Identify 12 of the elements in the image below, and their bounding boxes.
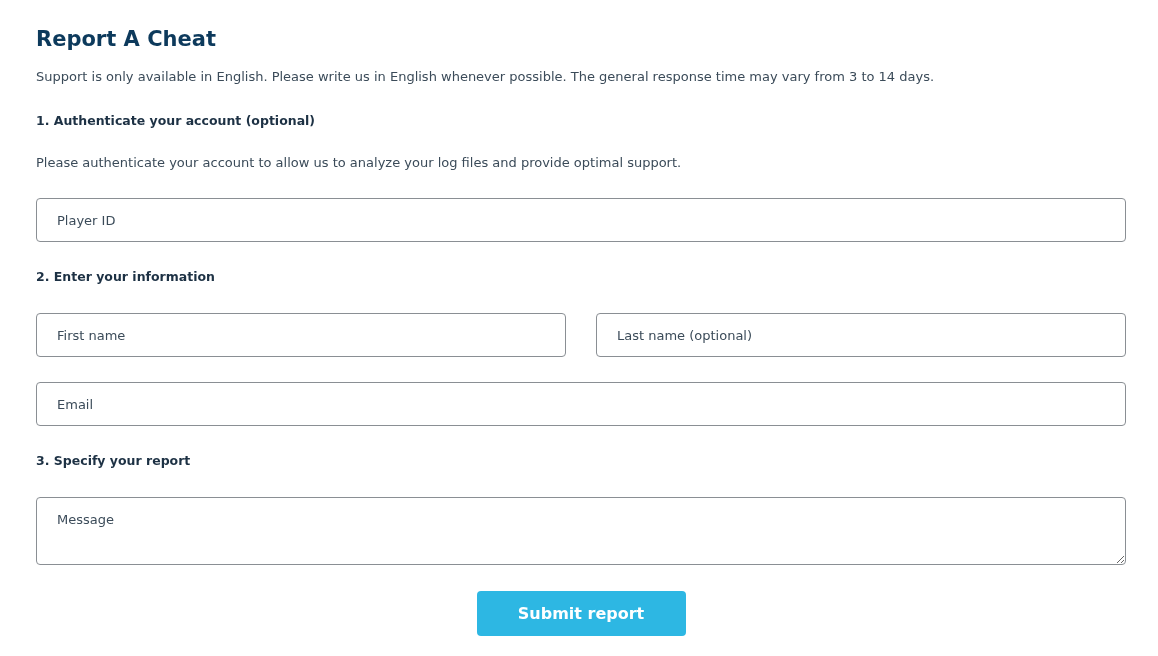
input-field[interactable]: Player ID [36, 198, 1126, 242]
section-heading: 1. Authenticate your account (optional) [36, 112, 317, 130]
page-title: Report A Cheat [36, 26, 217, 53]
section-heading: 2. Enter your information [36, 268, 216, 286]
input-field[interactable]: Email [36, 382, 1126, 426]
input-field[interactable]: Last name (optional) [596, 313, 1126, 357]
message-field[interactable]: Message [36, 497, 1126, 565]
intro-text: Support is only available in English. Please write us in English whenever possible. The general response time may vary from 3 to 14 days. [36, 68, 936, 86]
input-field[interactable]: First name [36, 313, 566, 357]
submit-button[interactable]: Submit report [476, 591, 686, 636]
section-heading: 3. Specify your report [36, 452, 192, 470]
section-description: Please authenticate your account to allow us to analyze your log files and provide optimal support. [36, 154, 683, 172]
